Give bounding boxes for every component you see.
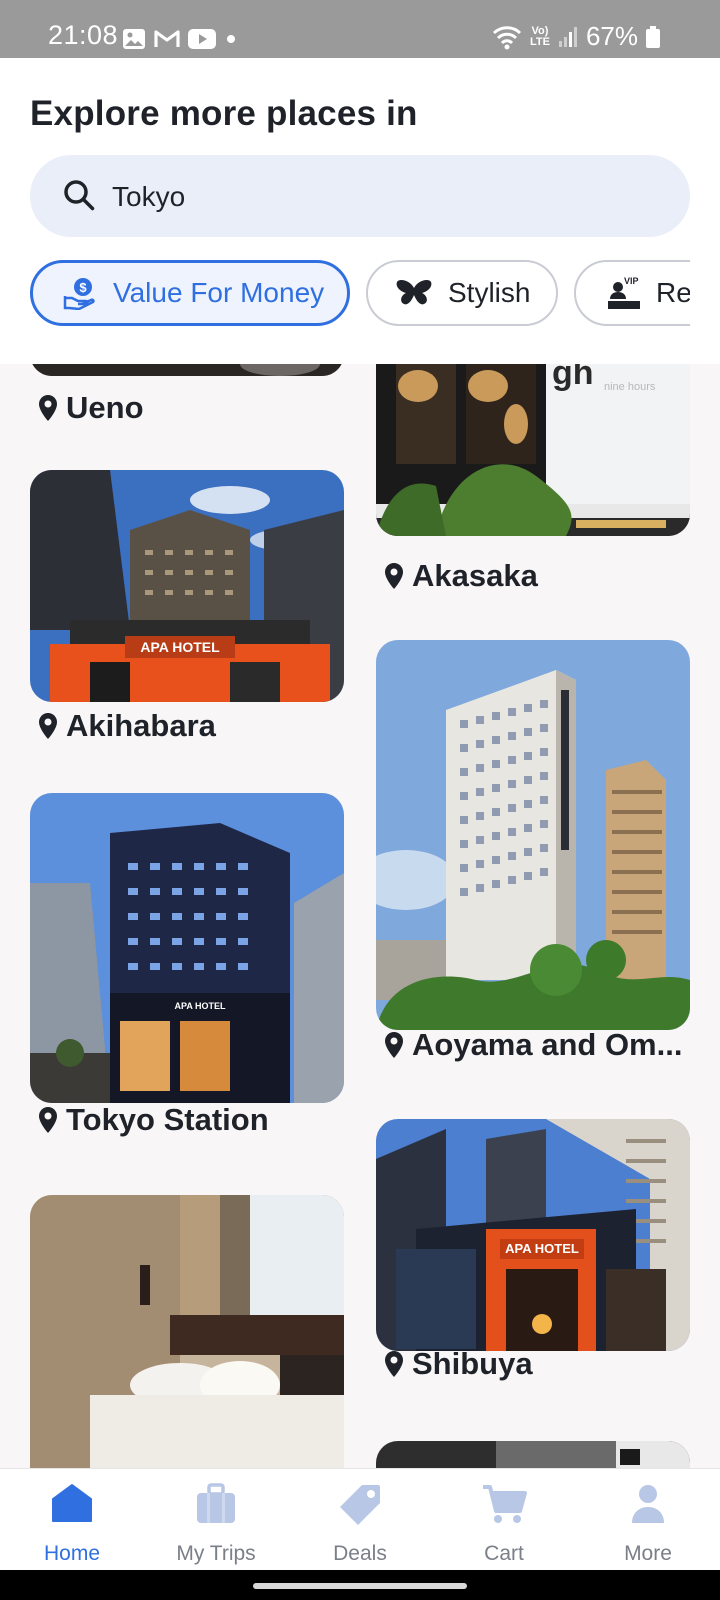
- nav-label: My Trips: [176, 1542, 256, 1565]
- location-pin-icon: [39, 713, 57, 739]
- place-card-room[interactable]: [30, 1195, 344, 1468]
- status-right: Vo) LTE 67%: [492, 21, 660, 52]
- tag-icon: [340, 1485, 380, 1525]
- system-navigation-bar: [0, 1570, 720, 1600]
- explore-header: Explore more places in Tokyo $ Value For…: [0, 58, 720, 364]
- place-label-akasaka[interactable]: Akasaka: [384, 558, 538, 594]
- nav-more[interactable]: More: [576, 1469, 720, 1571]
- notification-icons: [122, 28, 238, 50]
- place-photo: [30, 364, 344, 376]
- nav-home[interactable]: Home: [0, 1469, 144, 1571]
- location-pin-icon: [385, 563, 403, 589]
- place-photo: gh nine hours: [376, 364, 690, 536]
- search-input[interactable]: Tokyo: [112, 181, 185, 213]
- svg-text:gh: gh: [552, 364, 594, 392]
- places-grid: Ueno APA HOTEL Akihabara APA HOTEL Tokyo…: [0, 364, 720, 1468]
- nav-label: Deals: [333, 1542, 387, 1565]
- place-name: Ueno: [66, 390, 144, 425]
- battery-percent: 67%: [585, 21, 638, 51]
- place-card-akihabara[interactable]: APA HOTEL: [30, 470, 344, 702]
- svg-text:APA HOTEL: APA HOTEL: [505, 1241, 579, 1256]
- signal-icon: [558, 26, 577, 47]
- place-card-aoyama[interactable]: [376, 640, 690, 1030]
- chip-value-for-money[interactable]: $ Value For Money: [30, 260, 350, 326]
- person-icon: [632, 1485, 664, 1523]
- svg-text:APA HOTEL: APA HOTEL: [140, 639, 220, 655]
- gmail-icon: [154, 30, 180, 47]
- gesture-handle[interactable]: [253, 1583, 467, 1589]
- nav-label: More: [624, 1542, 672, 1565]
- location-pin-icon: [385, 1032, 403, 1058]
- screen: 21:08 Vo) LTE 67% Explore more places in…: [0, 0, 720, 1600]
- svg-text:$: $: [79, 280, 87, 295]
- nav-label: Cart: [484, 1542, 524, 1565]
- place-photo: APA HOTEL: [30, 470, 344, 702]
- search-icon: [64, 180, 95, 211]
- lte-label: LTE: [529, 35, 550, 48]
- chip-label: Re: [656, 277, 690, 308]
- place-card-tokyo-station[interactable]: APA HOTEL: [30, 793, 344, 1103]
- place-card-shibuya[interactable]: APA HOTEL: [376, 1119, 690, 1351]
- search-field[interactable]: Tokyo: [30, 155, 690, 237]
- youtube-icon: [188, 29, 216, 49]
- volte-label: Vo): [531, 24, 549, 37]
- location-pin-icon: [385, 1351, 403, 1377]
- gallery-icon: [123, 29, 145, 49]
- battery-icon: [646, 25, 660, 48]
- place-label-ueno[interactable]: Ueno: [38, 390, 144, 426]
- place-name: Aoyama and Om...: [412, 1027, 683, 1062]
- cart-icon: [483, 1485, 527, 1523]
- chip-label: Value For Money: [113, 277, 325, 308]
- dot-icon: [227, 35, 235, 43]
- place-name: Akasaka: [412, 558, 538, 593]
- chip-vip[interactable]: VIP Re: [574, 260, 690, 326]
- place-card-next[interactable]: [376, 1441, 690, 1468]
- location-pin-icon: [39, 1107, 57, 1133]
- bottom-navigation: Home My Trips Deals Cart More: [0, 1468, 720, 1570]
- chip-stylish[interactable]: Stylish: [366, 260, 558, 326]
- place-label-akihabara[interactable]: Akihabara: [38, 708, 216, 744]
- filter-chips: $ Value For Money Stylish VIP Re: [0, 260, 690, 330]
- nav-cart[interactable]: Cart: [432, 1469, 576, 1571]
- home-icon: [52, 1484, 92, 1522]
- place-card-akasaka[interactable]: gh nine hours: [376, 364, 690, 536]
- suitcase-icon: [197, 1483, 235, 1523]
- chip-label: Stylish: [448, 277, 531, 308]
- nav-deals[interactable]: Deals: [288, 1469, 432, 1571]
- place-name: Shibuya: [412, 1346, 533, 1381]
- wifi-icon: [492, 25, 522, 49]
- location-pin-icon: [39, 395, 57, 421]
- page-title: Explore more places in: [30, 94, 418, 133]
- status-bar: 21:08 Vo) LTE 67%: [0, 0, 720, 58]
- place-photo: [376, 640, 690, 1030]
- status-time: 21:08: [48, 20, 119, 50]
- svg-text:VIP: VIP: [624, 276, 639, 286]
- nav-my-trips[interactable]: My Trips: [144, 1469, 288, 1571]
- money-hand-icon: $: [63, 278, 95, 310]
- place-label-shibuya[interactable]: Shibuya: [384, 1346, 533, 1382]
- place-photo: [376, 1441, 690, 1468]
- place-label-tokyo-station[interactable]: Tokyo Station: [38, 1102, 269, 1138]
- svg-text:APA HOTEL: APA HOTEL: [175, 1001, 227, 1011]
- butterfly-icon: [396, 280, 432, 305]
- place-photo: APA HOTEL: [376, 1119, 690, 1351]
- place-photo: APA HOTEL: [30, 793, 344, 1103]
- place-name: Tokyo Station: [66, 1102, 269, 1137]
- place-label-aoyama[interactable]: Aoyama and Om...: [384, 1027, 682, 1063]
- place-photo: [30, 1195, 344, 1468]
- volte-indicator: Vo) LTE: [529, 24, 550, 48]
- place-card-ueno[interactable]: [30, 364, 344, 376]
- svg-text:nine hours: nine hours: [604, 381, 656, 393]
- vip-icon: VIP: [608, 276, 640, 309]
- place-name: Akihabara: [66, 708, 216, 743]
- nav-label: Home: [43, 1542, 101, 1565]
